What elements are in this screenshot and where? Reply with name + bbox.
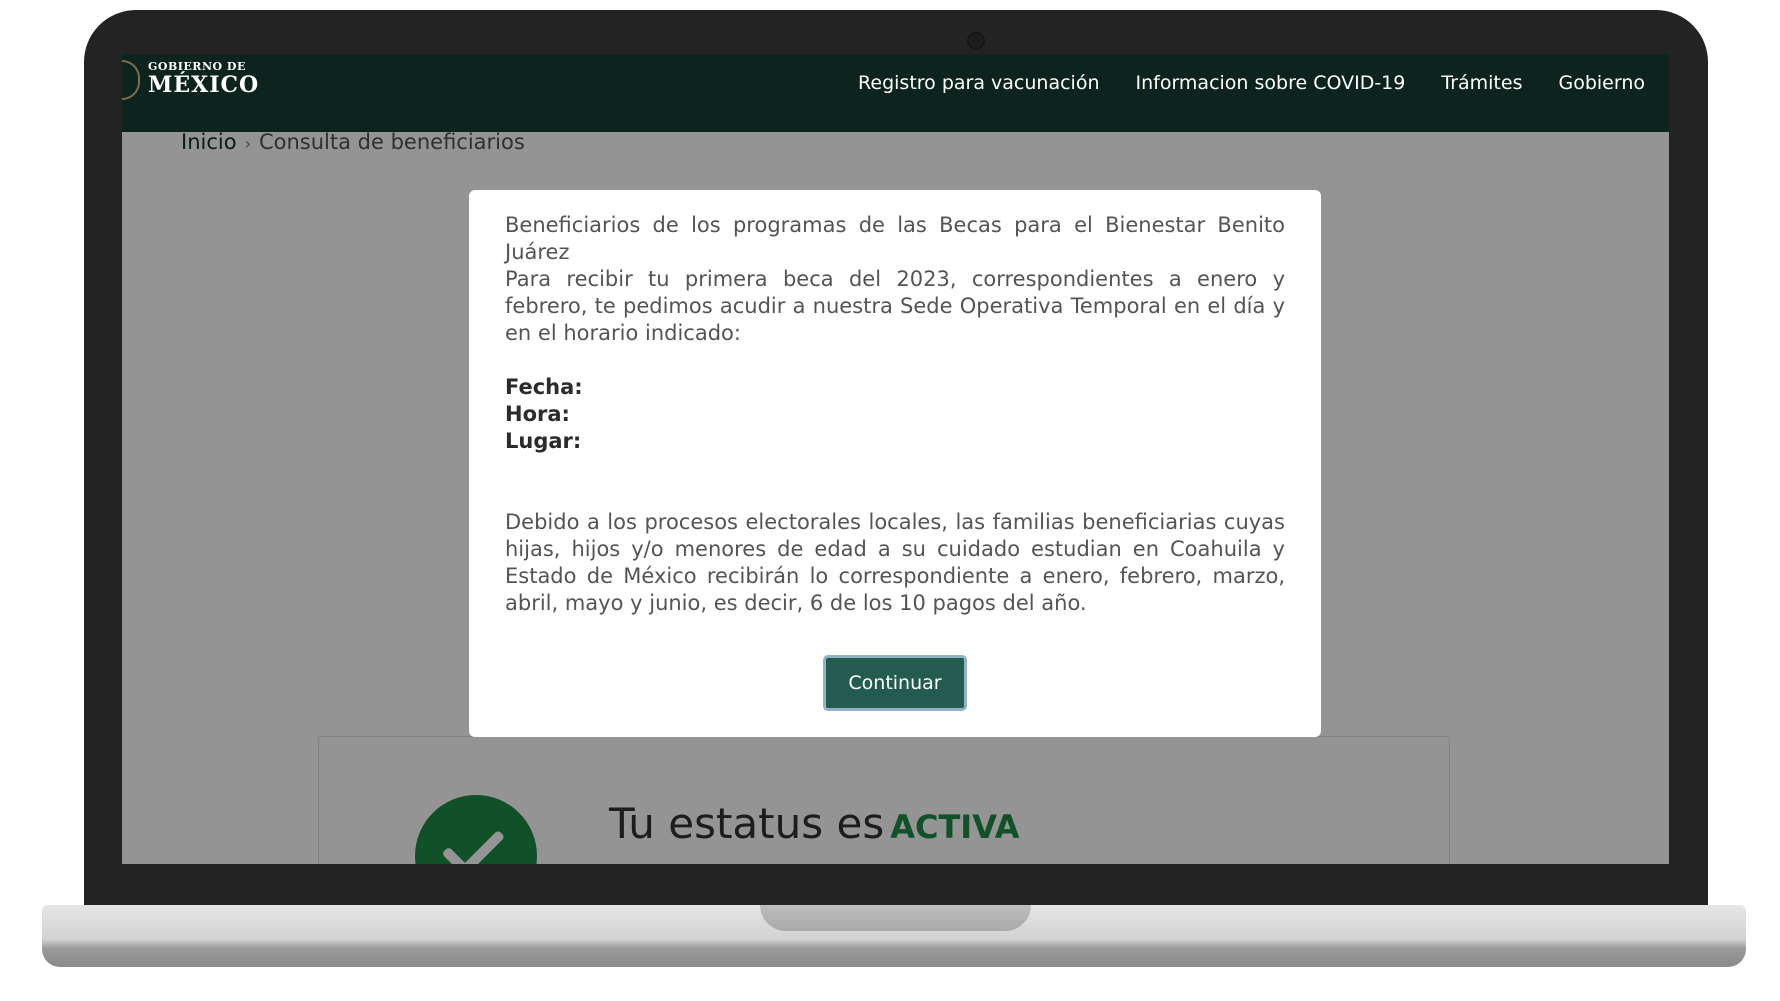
field-lugar-label: Lugar:: [505, 429, 582, 453]
laptop-notch: [760, 905, 1031, 931]
nav-link-gobierno[interactable]: Gobierno: [1558, 72, 1645, 94]
field-hora-label: Hora:: [505, 402, 570, 426]
field-lugar: Lugar:: [505, 428, 1285, 455]
notice-modal: Beneficiarios de los programas de las Be…: [469, 190, 1321, 737]
continue-button[interactable]: Continuar: [823, 655, 967, 711]
field-fecha-label: Fecha:: [505, 375, 583, 399]
modal-title: Beneficiarios de los programas de las Be…: [505, 213, 1285, 264]
camera-icon: [967, 32, 985, 50]
modal-notice: Debido a los procesos electorales locale…: [505, 510, 1285, 615]
main-nav: Registro para vacunación Informacion sob…: [858, 72, 1645, 94]
site-header: GOBIERNO DE MÉXICO Registro para vacunac…: [122, 54, 1669, 132]
modal-body: Beneficiarios de los programas de las Be…: [505, 212, 1285, 347]
logo-big-text: MÉXICO: [148, 72, 260, 98]
nav-link-covid[interactable]: Informacion sobre COVID-19: [1135, 72, 1405, 94]
modal-intro: Para recibir tu primera beca del 2023, c…: [505, 267, 1285, 345]
nav-link-tramites[interactable]: Trámites: [1441, 72, 1522, 94]
button-row: Continuar: [469, 655, 1321, 711]
emblem-icon: [122, 60, 140, 100]
browser-viewport: GOBIERNO DE MÉXICO Registro para vacunac…: [122, 54, 1669, 864]
field-fecha: Fecha:: [505, 374, 1285, 401]
field-hora: Hora:: [505, 401, 1285, 428]
nav-link-vacunacion[interactable]: Registro para vacunación: [858, 72, 1099, 94]
